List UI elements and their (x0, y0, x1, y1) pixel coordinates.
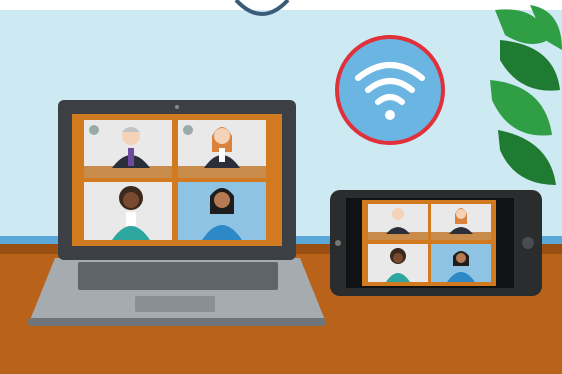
laptop-camera (175, 105, 179, 109)
phone (330, 190, 542, 296)
laptop (28, 100, 326, 326)
wifi-badge (335, 35, 445, 145)
crest-icon (89, 125, 99, 135)
laptop-touchpad (135, 296, 215, 312)
phone-camera (335, 240, 341, 246)
laptop-front-edge (28, 318, 326, 326)
video-conference-illustration (0, 0, 562, 374)
laptop-keyboard (78, 262, 278, 290)
phone-home-button (522, 237, 534, 249)
crest-icon (183, 125, 193, 135)
